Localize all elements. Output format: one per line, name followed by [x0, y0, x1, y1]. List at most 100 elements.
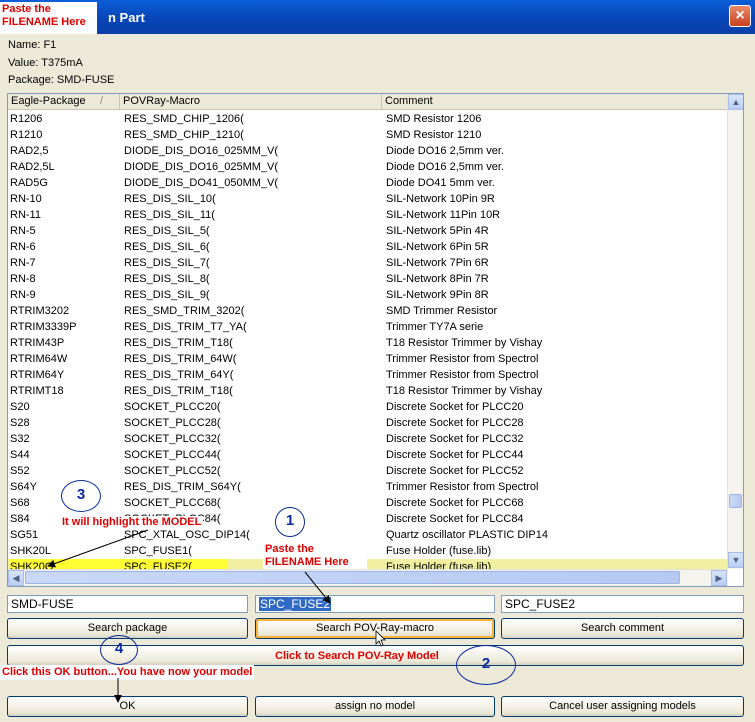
table-row[interactable]: RN-11 RES_DIS_SIL_11(SIL-Network 11Pin 10… [8, 207, 728, 223]
comment-cell: SIL-Network 5Pin 4R [386, 225, 489, 237]
assign-no-model-button[interactable]: assign no model [255, 696, 495, 717]
table-row[interactable]: RN-10 RES_DIS_SIL_10(SIL-Network 10Pin 9R [8, 191, 728, 207]
column-header-package[interactable]: Eagle-Package / [8, 94, 120, 110]
table-row[interactable]: S20 SOCKET_PLCC20( Discrete Socket for PLC… [8, 399, 728, 415]
table-row[interactable]: RTRIM3202 RES_SMD_TRIM_3202(SMD Trimmer R… [8, 303, 728, 319]
search-povray-button[interactable]: Search POV-Ray-macro [255, 618, 495, 639]
close-button[interactable]: × [729, 5, 751, 27]
comment-cell: T18 Resistor Trimmer by Vishay [386, 385, 543, 397]
package-cell: RTRIM64Y [10, 369, 65, 381]
annotation-highlight: It will highlight the MODEL [60, 516, 204, 529]
macro-cell: RES_DIS_TRIM_T18( [124, 337, 233, 349]
horizontal-scroll-thumb[interactable] [25, 571, 680, 584]
comment-cell: Trimmer Resistor from Spectrol [386, 481, 539, 493]
comment-cell: Fuse Holder (fuse.lib) [386, 561, 492, 569]
table-row[interactable]: S64Y RES_DIS_TRIM_S64Y( Trimmer Resistor f… [8, 479, 728, 495]
scroll-right-icon[interactable]: ▶ [711, 570, 727, 586]
column-header-povray[interactable]: POVRay-Macro [120, 94, 382, 110]
macro-cell: RES_DIS_SIL_8( [124, 273, 210, 285]
package-cell: S44 [10, 449, 30, 461]
comment-cell: Discrete Socket for PLCC20 [386, 401, 524, 413]
column-header-comment[interactable]: Comment [382, 94, 728, 110]
macro-cell: SOCKET_PLCC68( [124, 497, 221, 509]
table-row[interactable]: RAD2,5 DIODE_DIS_DO16_025MM_V(Diode DO16 … [8, 143, 728, 159]
table-row[interactable]: SHK20Q SPC_FUSE2(Fuse Holder (fuse.lib) [8, 559, 728, 569]
comment-cell: Diode DO16 2,5mm ver. [386, 145, 504, 157]
scroll-left-icon[interactable]: ◀ [8, 570, 24, 586]
annotation-click-ok: Click this OK button...You have now your… [0, 665, 255, 680]
package-cell: S20 [10, 401, 30, 413]
table-row[interactable]: RTRIM64Y RES_DIS_TRIM_64Y(Trimmer Resisto… [8, 367, 728, 383]
table-row[interactable]: RN-8 RES_DIS_SIL_8(SIL-Network 8Pin 7R [8, 271, 728, 287]
annotation-paste-mid: Paste the FILENAME Here [263, 543, 367, 569]
comment-cell: Discrete Socket for PLCC68 [386, 497, 524, 509]
table-row[interactable]: S32 SOCKET_PLCC32( Discrete Socket for PLC… [8, 431, 728, 447]
table-row[interactable]: RTRIMT18 RES_DIS_TRIM_T18(T18 Resistor Tr… [8, 383, 728, 399]
comment-cell: SIL-Network 7Pin 6R [386, 257, 489, 269]
table-row[interactable]: RAD5G DIODE_DIS_DO41_050MM_V(Diode DO41 5… [8, 175, 728, 191]
package-cell: R1210 [10, 129, 43, 141]
table-row[interactable]: RTRIM64W RES_DIS_TRIM_64W(Trimmer Resisto… [8, 351, 728, 367]
macro-cell: DIODE_DIS_DO16_025MM_V( [124, 161, 279, 173]
macro-cell: RES_DIS_TRIM_S64Y( [124, 481, 241, 493]
comment-cell: Discrete Socket for PLCC32 [386, 433, 524, 445]
comment-search-input[interactable]: SPC_FUSE2 [501, 595, 744, 613]
table-row[interactable]: S44 SOCKET_PLCC44(Discrete Socket for PLC… [8, 447, 728, 463]
part-value: Value: T375mA [8, 57, 83, 69]
macro-cell: RES_SMD_TRIM_3202( [124, 305, 245, 317]
horizontal-scrollbar[interactable]: ◀ ▶ [8, 569, 728, 586]
table-row[interactable]: RTRIM3339P RES_DIS_TRIM_T7_YA(Trimmer TY7… [8, 319, 728, 335]
table-row[interactable]: RN-7 RES_DIS_SIL_7(SIL-Network 7Pin 6R [8, 255, 728, 271]
macro-cell: RES_DIS_SIL_6( [124, 241, 210, 253]
table-row[interactable]: RN-6 RES_DIS_SIL_6(SIL-Network 6Pin 5R [8, 239, 728, 255]
package-cell: RAD5G [10, 177, 48, 189]
macro-cell: RES_DIS_SIL_9( [124, 289, 210, 301]
macro-cell: RES_SMD_CHIP_1206( [124, 113, 244, 125]
table-row[interactable]: R1210 RES_SMD_CHIP_1210(SMD Resistor 1210 [8, 127, 728, 143]
package-cell: SG51 [10, 529, 39, 541]
ok-button[interactable]: OK [7, 696, 248, 717]
package-cell: R1206 [10, 113, 43, 125]
model-table[interactable]: Eagle-Package / POVRay-Macro Comment R12… [7, 93, 744, 587]
table-row[interactable]: SHK20L SPC_FUSE1(Fuse Holder (fuse.lib) [8, 543, 728, 559]
package-cell: RN-8 [10, 273, 36, 285]
comment-cell: Trimmer TY7A serie [386, 321, 484, 333]
column-label: Comment [385, 95, 433, 107]
step-3-circle: 3 [61, 480, 101, 512]
title-bar[interactable]: n Part × [0, 0, 755, 34]
scroll-down-icon[interactable]: ▼ [728, 552, 743, 568]
vertical-scrollbar[interactable]: ▲ ▼ [727, 94, 743, 569]
comment-cell: Trimmer Resistor from Spectrol [386, 369, 539, 381]
table-body[interactable]: R1206 RES_SMD_CHIP_1206(SMD Resistor 1206… [8, 111, 728, 569]
table-row[interactable]: S68 SOCKET_PLCC68(Discrete Socket for PLC… [8, 495, 728, 511]
package-cell: S32 [10, 433, 30, 445]
macro-cell: RES_DIS_SIL_11( [124, 209, 215, 221]
table-row[interactable]: R1206 RES_SMD_CHIP_1206(SMD Resistor 1206 [8, 111, 728, 127]
table-row[interactable]: RN-9 RES_DIS_SIL_9(SIL-Network 9Pin 8R [8, 287, 728, 303]
macro-cell: RES_SMD_CHIP_1210( [124, 129, 244, 141]
step-4-circle: 4 [100, 635, 138, 665]
package-search-input[interactable]: SMD-FUSE [7, 595, 248, 613]
table-row[interactable]: RAD2,5L DIODE_DIS_DO16_025MM_V(Diode DO16… [8, 159, 728, 175]
scroll-up-icon[interactable]: ▲ [728, 94, 743, 110]
table-row[interactable]: RN-5 RES_DIS_SIL_5(SIL-Network 5Pin 4R [8, 223, 728, 239]
vertical-scroll-thumb[interactable] [729, 494, 742, 508]
macro-cell: RES_DIS_TRIM_T18( [124, 385, 233, 397]
macro-cell: SOCKET_PLCC20( [124, 401, 221, 413]
macro-cell: RES_DIS_TRIM_T7_YA( [124, 321, 247, 333]
table-row[interactable]: S52 SOCKET_PLCC52(Discrete Socket for PLC… [8, 463, 728, 479]
annotation-click-search: Click to Search POV-Ray Model [275, 650, 439, 662]
selected-text: SPC_FUSE2 [259, 597, 332, 611]
comment-cell: Diode DO41 5mm ver. [386, 177, 495, 189]
povray-search-input[interactable]: SPC_FUSE2 [255, 595, 495, 613]
search-comment-button[interactable]: Search comment [501, 618, 744, 639]
table-row[interactable]: S28 SOCKET_PLCC28(Discrete Socket for PLC… [8, 415, 728, 431]
table-row[interactable]: SG51 SPC_XTAL_OSC_DIP14(Quartz oscillator… [8, 527, 728, 543]
macro-cell: SOCKET_PLCC32( [124, 433, 221, 445]
package-cell: SHK20Q [10, 559, 228, 569]
comment-cell: Discrete Socket for PLCC52 [386, 465, 524, 477]
table-row[interactable]: RTRIM43P RES_DIS_TRIM_T18(T18 Resistor Tr… [8, 335, 728, 351]
cancel-assigning-button[interactable]: Cancel user assigning models [501, 696, 744, 717]
package-cell: RN-9 [10, 289, 36, 301]
package-cell: S64Y [10, 481, 37, 493]
